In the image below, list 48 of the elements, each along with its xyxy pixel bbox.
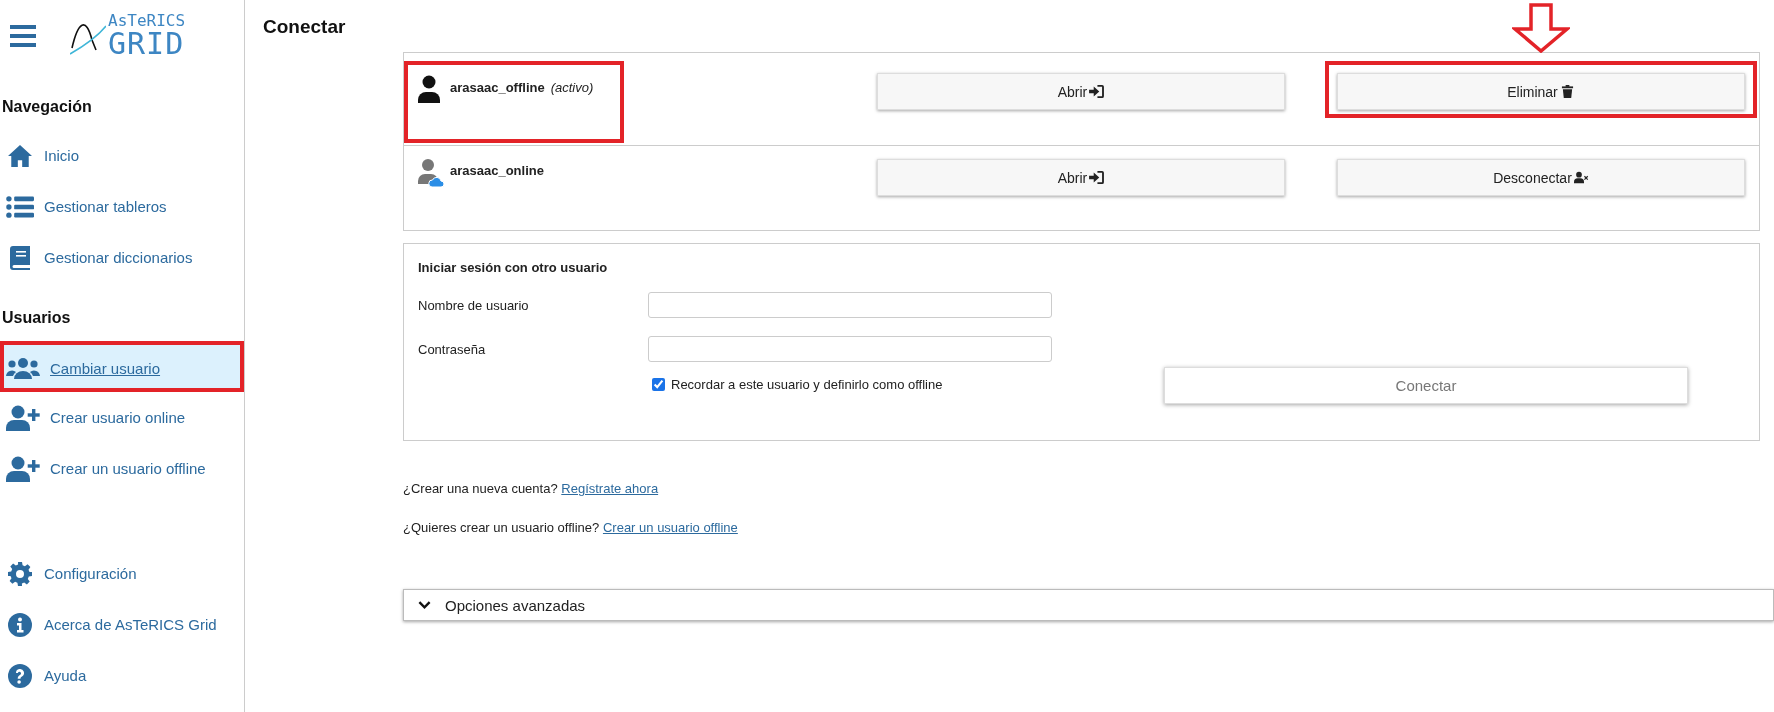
nav-item[interactable]: Ayuda: [0, 650, 244, 701]
action-button[interactable]: Abrir: [877, 159, 1285, 196]
nav-item[interactable]: Crear un usuario offline: [0, 443, 244, 494]
menu-icon[interactable]: [10, 25, 36, 47]
nav-item[interactable]: Acerca de AsTeRICS Grid: [0, 599, 244, 650]
advanced-options-toggle[interactable]: Opciones avanzadas: [403, 589, 1774, 621]
action-button[interactable]: Abrir: [877, 73, 1285, 110]
trash-icon: [1559, 85, 1575, 98]
user-name: arasaac_offline: [450, 80, 545, 95]
prompt-text: ¿Quieres crear un usuario offline?: [403, 520, 600, 535]
user-status: (activo): [550, 80, 594, 95]
checkbox-label: Recordar a este usuario y definirlo como offline: [671, 377, 943, 392]
nav-item[interactable]: Inicio: [0, 130, 244, 181]
action-button[interactable]: Eliminar: [1337, 73, 1745, 110]
nav-item[interactable]: Gestionar tableros: [0, 181, 244, 232]
login-heading: Iniciar sesión con otro usuario: [418, 260, 609, 275]
home-icon: [6, 143, 34, 168]
settings-icon: [6, 561, 34, 586]
prompt-text: ¿Crear una nueva cuenta?: [403, 481, 558, 496]
users-icon: [6, 355, 40, 381]
field-label: Nombre de usuario: [418, 297, 530, 313]
input-field[interactable]: [648, 336, 1052, 362]
nav-item[interactable]: Configuración: [0, 548, 244, 599]
section-heading: Navegación: [1, 97, 93, 117]
sign-in-icon: [1089, 85, 1105, 98]
link[interactable]: Regístrate ahora: [561, 481, 659, 496]
logo-text: GRID: [108, 29, 186, 59]
list-icon: [6, 194, 34, 219]
nav-item[interactable]: Crear usuario online: [0, 392, 244, 443]
cloud-user-icon: [418, 158, 444, 188]
chevron-down-icon: [418, 600, 431, 610]
link[interactable]: Crear un usuario offline: [602, 520, 738, 535]
section-heading: Usuarios: [1, 308, 72, 328]
page-title: Conectar: [263, 16, 347, 38]
logo-text: AsTeRICS: [108, 13, 186, 29]
user-plus-icon: [6, 455, 40, 482]
action-button[interactable]: Desconectar: [1337, 159, 1745, 196]
help-icon: [6, 663, 34, 688]
nav-item[interactable]: Gestionar diccionarios: [0, 232, 244, 283]
nav-item[interactable]: Cambiar usuario: [0, 341, 244, 392]
info-icon: [6, 612, 34, 637]
input-field[interactable]: [648, 292, 1052, 318]
field-label: Contraseña: [418, 341, 487, 357]
checkbox[interactable]: [652, 378, 665, 391]
user-name: arasaac_online: [450, 163, 544, 178]
user-remove-icon: [1573, 171, 1589, 184]
sign-in-icon: [1089, 171, 1105, 184]
user-plus-icon: [6, 404, 40, 431]
